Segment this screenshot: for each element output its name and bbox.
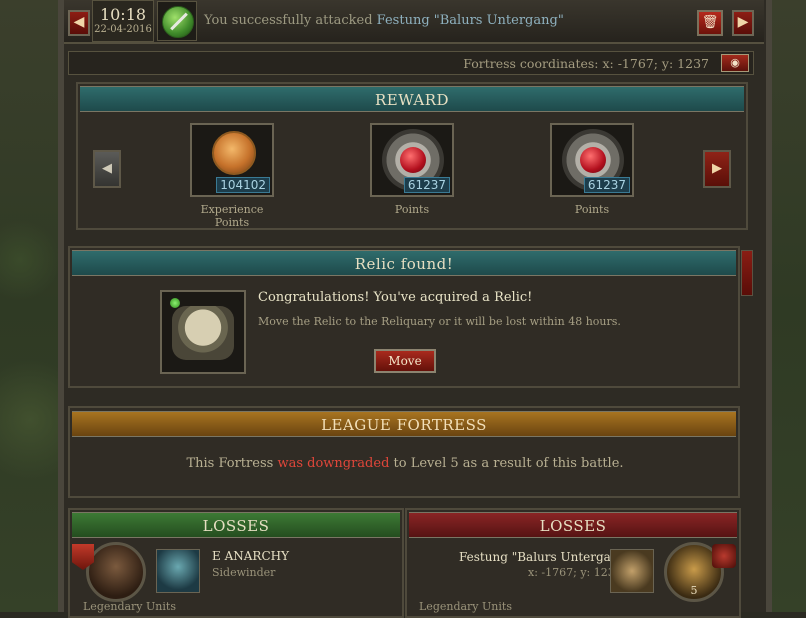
relic-heading: Congratulations! You've acquired a Relic… xyxy=(258,290,533,305)
experience-medal-icon: 104102 xyxy=(190,123,274,197)
chevron-left-icon: ◀ xyxy=(73,14,85,30)
headline-prefix: You successfully attacked xyxy=(204,13,373,28)
fortress-castle-icon xyxy=(610,549,654,593)
reward-count: 61237 xyxy=(583,177,630,193)
relic-ring-icon xyxy=(160,290,246,374)
arrow-right-icon: ▶ xyxy=(712,161,722,176)
view-fortress-button[interactable]: ◉ xyxy=(721,54,749,72)
reward-next-button[interactable]: ▶ xyxy=(703,150,731,188)
attack-target-link[interactable]: Festung "Balurs Untergang" xyxy=(377,13,564,28)
report-header: ◀ 10:18 22-04-2016 You successfully atta… xyxy=(64,0,764,44)
relic-title: Relic found! xyxy=(72,250,736,276)
reward-item: 61237 Points xyxy=(362,123,462,216)
attack-sword-icon xyxy=(157,1,197,41)
downgrade-msg-end: to Level 5 as a result of this battle. xyxy=(393,456,624,471)
ruby-points-icon: 61237 xyxy=(370,123,454,197)
defender-units-label: Legendary Units xyxy=(419,600,512,613)
scrollbar[interactable] xyxy=(741,250,753,296)
defender-fortress-coordinates: x: -1767; y: 1237 xyxy=(528,566,622,579)
attacker-subtitle: Sidewinder xyxy=(212,566,276,579)
report-time: 10:18 xyxy=(99,5,147,24)
fortress-coordinates-bar: Fortress coordinates: x: -1767; y: 1237 … xyxy=(68,51,754,75)
attacker-name[interactable]: E ANARCHY xyxy=(212,549,289,563)
reward-count: 104102 xyxy=(216,177,270,193)
attacker-units-label: Legendary Units xyxy=(83,600,176,613)
reward-prev-button[interactable]: ◀ xyxy=(93,150,121,188)
reward-title: REWARD xyxy=(80,86,744,112)
move-relic-button[interactable]: Move xyxy=(374,349,436,373)
reward-count: 61237 xyxy=(403,177,450,193)
report-date: 22-04-2016 xyxy=(94,24,152,35)
trash-icon: 🗑 xyxy=(701,15,719,30)
losses-defender-title: LOSSES xyxy=(409,512,737,538)
downgrade-msg-highlight: was downgraded xyxy=(277,456,390,471)
losses-attacker-title: LOSSES xyxy=(72,512,400,538)
defender-emblem-icon xyxy=(712,544,736,568)
ruby-points-icon: 61237 xyxy=(550,123,634,197)
reward-label: Experience Points xyxy=(200,203,264,229)
fortress-coordinates: Fortress coordinates: x: -1767; y: 1237 xyxy=(463,56,709,71)
attacker-unit-icon xyxy=(156,549,200,593)
league-fortress-title: LEAGUE FORTRESS xyxy=(72,411,736,437)
reward-label: Points xyxy=(394,203,430,216)
reward-item: 61237 Points xyxy=(542,123,642,216)
chevron-right-icon: ▶ xyxy=(737,14,749,30)
report-timestamp: 10:18 22-04-2016 xyxy=(92,0,154,42)
previous-report-button[interactable]: ◀ xyxy=(68,10,90,36)
relic-description: Move the Relic to the Reliquary or it wi… xyxy=(258,315,621,328)
reward-label: Points xyxy=(574,203,610,216)
delete-report-button[interactable]: 🗑 xyxy=(697,10,723,36)
attacker-avatar[interactable] xyxy=(86,542,146,602)
fortress-level: 5 xyxy=(690,584,698,597)
downgrade-msg-start: This Fortress xyxy=(186,456,274,471)
reward-item: 104102 Experience Points xyxy=(182,123,282,229)
next-report-button[interactable]: ▶ xyxy=(732,10,754,36)
arrow-left-icon: ◀ xyxy=(102,161,112,176)
defender-fortress-name[interactable]: Festung "Balurs Untergang" xyxy=(459,550,632,564)
eye-icon: ◉ xyxy=(730,56,740,69)
fortress-downgrade-message: This Fortress was downgraded to Level 5 … xyxy=(70,456,740,471)
report-headline: You successfully attacked Festung "Balur… xyxy=(204,13,564,28)
